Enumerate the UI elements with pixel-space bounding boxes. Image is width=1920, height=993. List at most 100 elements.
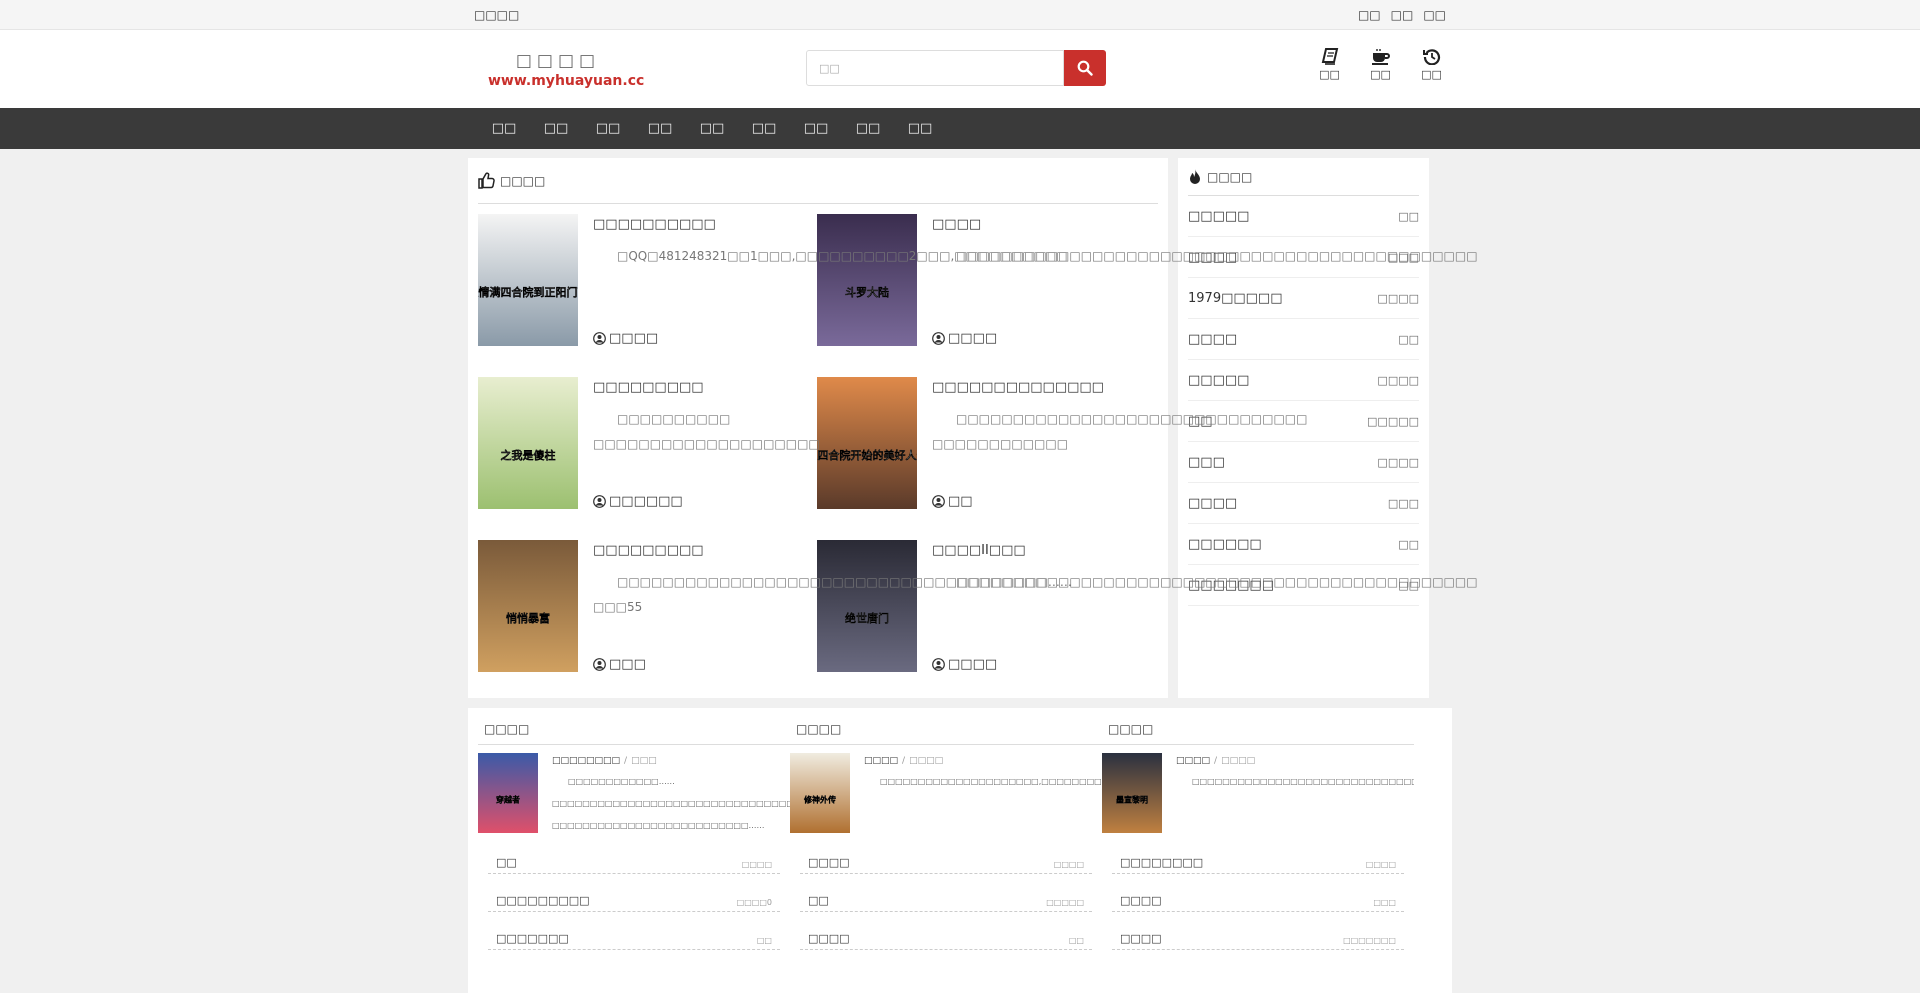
cover-title: 之我是傻柱 (501, 448, 556, 462)
category-book-title[interactable]: □□□□ (864, 756, 898, 766)
cover-title: 悄悄暴富 (506, 611, 550, 625)
book-link[interactable]: □□□□□□□ □□ (488, 912, 780, 950)
book-link[interactable]: □□□□ □□□□□□□ (1112, 912, 1404, 950)
book-title[interactable]: □□□□□□□□□ (593, 377, 820, 401)
book-author[interactable]: □□□□ (932, 657, 997, 672)
welcome-text: □□□□ (474, 8, 520, 22)
main-nav: □□ □□ □□ □□ □□ □□ □□ □□ □□ (0, 108, 1920, 149)
book-links: □□ □□□□ □□□□ □□□□ □□□□□□□□ □□□□ □□□□□□□□□ □□□□0… (478, 836, 1440, 950)
book-link-title: □□□□□□□ (496, 932, 569, 945)
hot-item-author: □□□□ (1377, 373, 1419, 387)
book-card[interactable]: 悄悄暴富 □□□□□□□□□ □□□□□□□□□□□□□□□□□□□□□□□□□□□… (478, 540, 1072, 672)
book-link-title: □□□□ (808, 856, 850, 869)
cover-title: 修神外传 (803, 795, 836, 805)
book-link[interactable]: □□□□□□□□□ □□□□0 (488, 874, 780, 912)
book-link-author: □□□ (1373, 898, 1396, 907)
history-button[interactable]: □□ (1406, 48, 1457, 81)
nav-item-9[interactable]: □□ (894, 121, 946, 136)
book-link-title: □□ (808, 894, 829, 907)
user-icon (593, 658, 606, 671)
recommend-header: □□□□ (478, 158, 1158, 204)
book-author[interactable]: □□□□ (593, 331, 658, 346)
book-author[interactable]: □□ (932, 494, 973, 509)
book-link[interactable]: □□□□□□ (800, 912, 1092, 950)
cover-title: 从四合院开始的美好人生 (817, 448, 917, 462)
hot-title: □□□□ (1207, 169, 1253, 184)
hot-header: □□□□ (1188, 158, 1419, 196)
cover-title: 穿越者 (496, 795, 520, 805)
nav-item-5[interactable]: □□ (686, 121, 738, 136)
user-icon (593, 495, 606, 508)
book-cover[interactable]: 墨宣黎明 (1102, 753, 1162, 833)
book-description: □□□□□□□□□□□□□□□□□□□□□□□□□□□□□□□ □□□□□□□□… (932, 412, 1308, 451)
author-name: □□□□□□ (609, 494, 683, 509)
nav-item-8[interactable]: □□ (842, 121, 894, 136)
book-author[interactable]: □□□□□□ (593, 494, 683, 509)
book-cover[interactable]: 之我是傻柱 (478, 377, 578, 509)
site-logo[interactable]: □□□□ www.myhuayuan.cc (488, 50, 644, 90)
hot-item-author: □□□□□ (1367, 414, 1419, 428)
author-name: □□ (948, 494, 973, 509)
book-link[interactable]: □□□□□□□ (800, 874, 1092, 912)
history-label: □□ (1421, 68, 1442, 81)
user-icon (593, 332, 606, 345)
bookshelf-label: □□ (1319, 68, 1340, 81)
fire-icon (1190, 168, 1200, 184)
cover-title: 从情满四合院到正阳门下 (478, 285, 578, 299)
book-link[interactable]: □□□□□□□ (1112, 874, 1404, 912)
book-cover[interactable]: 从四合院开始的美好人生 (806, 377, 928, 509)
book-link-title: □□□□ (1120, 894, 1162, 907)
category-columns: □□□□ 穿越者 □□□□□□□□ / □□□ □□□□□□□□□□□□……□□□□□□□… (478, 708, 1440, 836)
book-cover[interactable]: 悄悄暴富 (478, 540, 578, 672)
coffee-icon (1371, 49, 1390, 65)
book-link[interactable]: □□□□□□ (488, 836, 780, 874)
search-button[interactable] (1064, 50, 1106, 86)
nav-item-4[interactable]: □□ (634, 121, 686, 136)
search-input[interactable]: □□ (806, 50, 1064, 86)
nav-item-7[interactable]: □□ (790, 121, 842, 136)
coffee-button[interactable]: □□ (1355, 48, 1406, 81)
book-link-author: □□ (756, 936, 772, 945)
user-icon (932, 495, 945, 508)
book-link-title: □□□□□□□□ (1120, 856, 1204, 869)
book-link-author: □□□□□□□ (1343, 936, 1396, 945)
author-name: □□□□ (948, 657, 998, 672)
book-icon (1321, 48, 1338, 65)
book-card[interactable]: 从情满四合院到正阳门下□□□□□□□□□□□QQ□481248321□□1□□□… (467, 214, 1068, 346)
category-book-title[interactable]: □□□□ (1176, 756, 1210, 766)
book-title[interactable]: □□□□II□□□ (932, 540, 1478, 564)
book-description: □□□□□□□□□□□□□□□□□□□□□□□□□□□□□□□□□□□□□□□□… (956, 249, 1478, 263)
recommend-grid: 从情满四合院到正阳门下□□□□□□□□□□□QQ□481248321□□1□□□… (467, 214, 1478, 672)
top-link-1[interactable]: □□ (1358, 8, 1381, 22)
nav-item-6[interactable]: □□ (738, 121, 790, 136)
thumbs-up-icon (478, 172, 495, 189)
book-link-author: □□□□0 (736, 898, 772, 907)
book-link[interactable]: □□□□ □□□□ (800, 836, 1092, 874)
user-icon (932, 658, 945, 671)
book-cover[interactable]: 穿越者 (478, 753, 538, 833)
category-section: □□□□ 穿越者 □□□□□□□□ / □□□ □□□□□□□□□□□□……□□□□□□□… (468, 708, 1452, 993)
top-link-2[interactable]: □□ (1391, 8, 1414, 22)
book-card[interactable]: 之我是傻柱 □□□□□□□□□ □□□□□□□□□□ □□□□□□□□□□□□□□□… (478, 377, 820, 509)
book-author[interactable]: □□□□ (932, 331, 997, 346)
category-heading[interactable]: □□□□ (1102, 708, 1414, 745)
book-link[interactable]: □□□□□□□□ □□□□ (1112, 836, 1404, 874)
book-card[interactable]: 从四合院开始的美好人生□□□□□□□□□□□□□□□□□□□□□□□□□□□□□… (806, 377, 1307, 509)
book-title[interactable]: □□□□ (932, 214, 1478, 238)
category-column: □□□□ 修神外传 □□□□ / □□□□ □□□□□□□□□□□□□□□□□□□□□,□… (790, 708, 1102, 836)
nav-item-3[interactable]: □□ (582, 121, 634, 136)
book-cover[interactable]: 从情满四合院到正阳门下 (467, 214, 589, 346)
book-author[interactable]: □□□ (593, 657, 646, 672)
category-heading[interactable]: □□□□ (478, 708, 790, 745)
nav-item-2[interactable]: □□ (530, 121, 582, 136)
category-book-title[interactable]: □□□□□□□□ (552, 756, 620, 766)
book-title[interactable]: □□□□□□□□□□□□□□ (932, 377, 1307, 401)
category-book-author: □□□ (631, 756, 657, 766)
top-link-3[interactable]: □□ (1423, 8, 1446, 22)
book-cover[interactable]: 修神外传 (790, 753, 850, 833)
cover-title: 墨宣黎明 (1116, 795, 1148, 805)
author-name: □□□□ (609, 331, 659, 346)
category-heading[interactable]: □□□□ (790, 708, 1102, 745)
nav-item-1[interactable]: □□ (478, 121, 530, 136)
bookshelf-button[interactable]: □□ (1304, 48, 1355, 81)
